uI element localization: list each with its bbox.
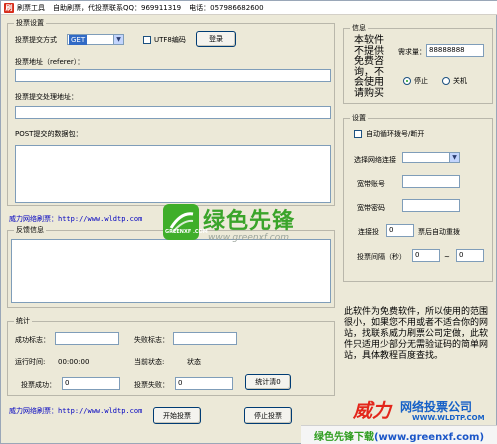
window-title: 刷票工具 <box>17 3 45 12</box>
success-count-label: 投票成功： <box>21 381 56 389</box>
chevron-down-icon[interactable]: ▼ <box>449 153 459 162</box>
auto-dial-label: 自动循环拨号/断开 <box>366 130 425 138</box>
start-vote-button[interactable]: 开始投票 <box>153 407 201 424</box>
download-footer: 绿色先锋下载(www.greenxf.com) <box>301 425 497 444</box>
company-name-blue: 网络投票公司 <box>400 400 473 414</box>
submit-method-label: 投票提交方式 <box>15 36 57 44</box>
stats-title: 统计 <box>14 316 32 326</box>
auto-dial-checkbox[interactable] <box>354 130 362 138</box>
vote-url-label: 投票地址（referer）： <box>15 58 85 66</box>
machine-code-field: 88888888 <box>426 44 484 57</box>
vote-url-input[interactable] <box>15 69 331 82</box>
account-label: 宽带账号 <box>357 180 385 188</box>
stop-radio[interactable] <box>403 77 411 85</box>
reconnect-label: 连接投 <box>358 228 379 236</box>
company-link-top-label: 威力网络刷票： <box>9 215 58 223</box>
interval-separator: ~ <box>444 253 450 261</box>
contact-phone: 电话：057986682600 <box>189 3 264 12</box>
shutdown-radio-label: 关机 <box>453 77 467 85</box>
notice-line: 会使用 <box>354 77 384 88</box>
title-bar: 刷 刷票工具 自助刷票，代投票联系QQ：969911319 电话：0579866… <box>1 1 497 15</box>
fail-count-field: 0 <box>175 377 233 390</box>
status-value: 状态 <box>187 358 201 366</box>
interval-from-input[interactable]: 0 <box>412 249 440 262</box>
reconnect-input[interactable]: 0 <box>386 224 414 237</box>
password-label: 宽带密码 <box>357 204 385 212</box>
greenxf-logo-icon: GREENXF .COM <box>163 204 208 240</box>
badge-text: GREENXF .COM <box>165 229 208 235</box>
notice-text: 本软件 不提供 免费咨 询，不 会使用 请购买 <box>354 35 384 99</box>
interval-to-input[interactable]: 0 <box>456 249 484 262</box>
settings-title: 设置 <box>350 113 368 123</box>
contact-slogan: 自助刷票，代投票联系QQ：969911319 <box>53 3 182 12</box>
stop-radio-label: 停止 <box>414 77 428 85</box>
company-url: WWW.WLDTP.COM <box>412 414 485 422</box>
notice-line: 免费咨 <box>354 56 384 67</box>
company-link-bottom[interactable]: 威力网络刷票：http://www.wldtp.com <box>9 406 142 416</box>
submit-method-value: GET <box>69 35 88 45</box>
feedback-textarea[interactable] <box>11 239 331 303</box>
company-link-top-url[interactable]: http://www.wldtp.com <box>58 215 142 223</box>
post-data-textarea[interactable] <box>15 145 331 203</box>
success-flag-label: 成功标志： <box>15 336 50 344</box>
network-label: 选择网络连接 <box>354 156 396 164</box>
machine-code-label: 需求量： <box>398 48 426 56</box>
shutdown-radio[interactable] <box>442 77 450 85</box>
status-label: 当前状态: <box>134 358 165 366</box>
post-data-label: POST提交的数据包： <box>15 130 83 138</box>
fail-flag-label: 失败标志： <box>134 336 169 344</box>
utf8-checkbox[interactable] <box>143 36 151 44</box>
info-title: 信息 <box>350 23 368 33</box>
reconnect-suffix: 票后自动重拨 <box>418 228 460 236</box>
stop-vote-button[interactable]: 停止投票 <box>244 407 292 424</box>
login-button[interactable]: 登录 <box>196 31 236 47</box>
success-flag-input[interactable] <box>55 332 119 345</box>
vote-settings-title: 投票设置 <box>14 18 46 28</box>
handler-url-label: 投票提交处理地址： <box>15 93 78 101</box>
notice-line: 本软件 <box>354 35 384 46</box>
app-window: 刷 刷票工具 自助刷票，代投票联系QQ：969911319 电话：0579866… <box>0 0 497 444</box>
app-logo-icon: 刷 <box>4 2 14 13</box>
success-count-field: 0 <box>62 377 120 390</box>
chevron-down-icon[interactable]: ▼ <box>113 35 123 44</box>
company-link-bottom-label: 威力网络刷票： <box>9 407 58 415</box>
notice-line: 请购买 <box>354 87 384 99</box>
utf8-label: UTF8编码 <box>154 36 186 44</box>
company-link-bottom-url[interactable]: http://www.wldtp.com <box>58 407 142 415</box>
company-name-red: 威力 <box>353 400 392 422</box>
greenxf-wordmark-url: www.greenxf.com <box>208 233 289 243</box>
fail-flag-input[interactable] <box>173 332 237 345</box>
submit-method-select[interactable]: GET ▼ <box>67 34 124 45</box>
network-select[interactable]: ▼ <box>402 152 460 163</box>
interval-label: 投票间隔（秒） <box>357 253 406 261</box>
runtime-label: 运行时间: <box>15 358 46 366</box>
feedback-title: 反馈信息 <box>14 225 46 235</box>
greenxf-wordmark: 绿色先锋 <box>203 209 296 234</box>
account-input[interactable] <box>402 175 460 188</box>
reset-stats-button[interactable]: 统计清0 <box>245 374 291 390</box>
download-footer-text: 绿色先锋下载(www.greenxf.com) <box>313 431 485 443</box>
handler-url-input[interactable] <box>15 106 331 119</box>
password-input[interactable] <box>402 199 460 212</box>
description-text: 此软件为免费软件，所以使用的范围很小，如果您不用或者不适合你的网站，找联系威力刷… <box>344 307 489 361</box>
fail-count-label: 投票失败： <box>134 381 169 389</box>
company-link-top[interactable]: 威力网络刷票：http://www.wldtp.com <box>9 214 142 224</box>
runtime-value: 00:00:00 <box>58 358 90 366</box>
